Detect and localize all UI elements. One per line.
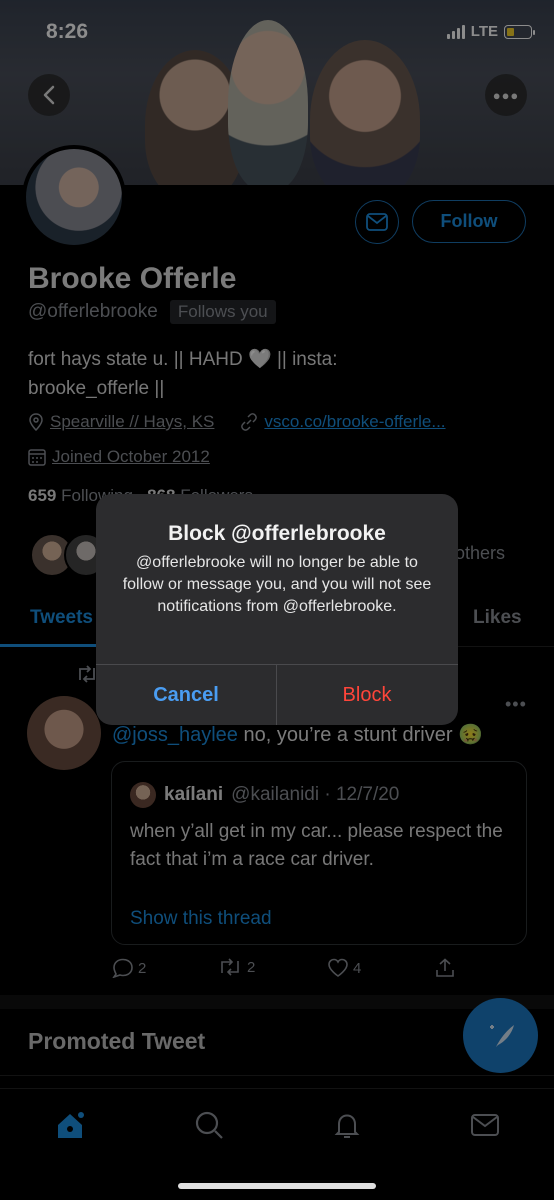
dialog-message: @offerlebrooke will no longer be able to… <box>122 554 432 615</box>
block-button[interactable]: Block <box>277 665 457 725</box>
block-confirmation-dialog: Block @offerlebrooke @offerlebrooke will… <box>96 494 458 725</box>
home-indicator[interactable] <box>178 1183 376 1189</box>
cancel-button[interactable]: Cancel <box>96 665 276 725</box>
dialog-title: Block @offerlebrooke <box>168 522 386 545</box>
